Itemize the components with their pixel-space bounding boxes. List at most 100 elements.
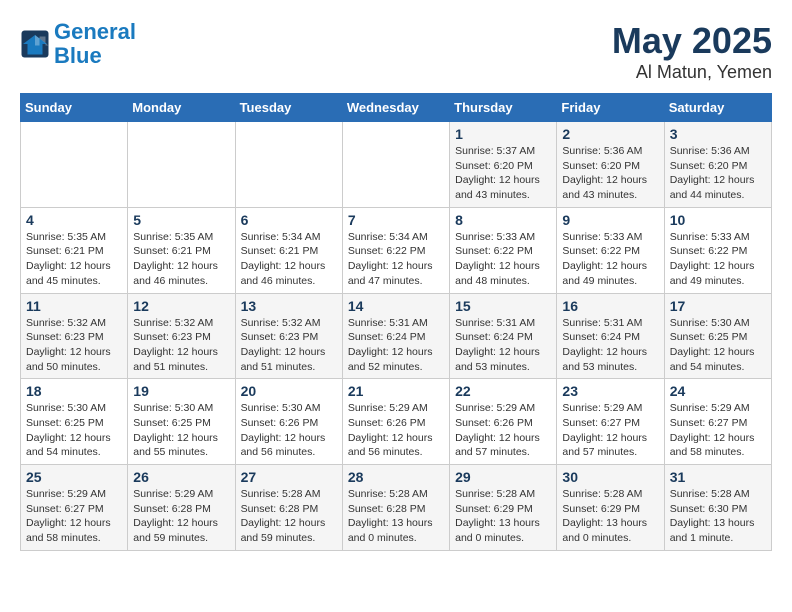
- day-info: Sunrise: 5:29 AM Sunset: 6:28 PM Dayligh…: [133, 487, 229, 546]
- calendar-cell: 18 Sunrise: 5:30 AM Sunset: 6:25 PM Dayli…: [21, 379, 128, 465]
- day-number: 24: [670, 383, 766, 399]
- calendar-week-row: 4Sunrise: 5:35 AM Sunset: 6:21 PM Daylig…: [21, 207, 772, 293]
- calendar-cell: 12 Sunrise: 5:32 AM Sunset: 6:23 PM Dayli…: [128, 293, 235, 379]
- calendar-cell: 17Sunrise: 5:30 AM Sunset: 6:25 PM Dayli…: [664, 293, 771, 379]
- day-info: Sunrise: 5:29 AM Sunset: 6:26 PM Dayligh…: [348, 401, 444, 460]
- day-info: Sunrise: 5:34 AM Sunset: 6:22 PM Dayligh…: [348, 230, 444, 289]
- calendar-cell: [128, 122, 235, 208]
- calendar-cell: 30 Sunrise: 5:28 AM Sunset: 6:29 PM Dayli…: [557, 465, 664, 551]
- day-info: Sunrise: 5:28 AM Sunset: 6:30 PM Dayligh…: [670, 487, 766, 546]
- calendar-cell: 10Sunrise: 5:33 AM Sunset: 6:22 PM Dayli…: [664, 207, 771, 293]
- day-number: 13: [241, 298, 337, 314]
- calendar-cell: 16Sunrise: 5:31 AM Sunset: 6:24 PM Dayli…: [557, 293, 664, 379]
- day-number: 8: [455, 212, 551, 228]
- calendar-cell: 15 Sunrise: 5:31 AM Sunset: 6:24 PM Dayli…: [450, 293, 557, 379]
- calendar-cell: 5 Sunrise: 5:35 AM Sunset: 6:21 PM Daylig…: [128, 207, 235, 293]
- title-block: May 2025 Al Matun, Yemen: [612, 20, 772, 83]
- day-number: 20: [241, 383, 337, 399]
- day-info: Sunrise: 5:28 AM Sunset: 6:28 PM Dayligh…: [348, 487, 444, 546]
- weekday-header: Thursday: [450, 94, 557, 122]
- day-number: 11: [26, 298, 122, 314]
- calendar-cell: 29 Sunrise: 5:28 AM Sunset: 6:29 PM Dayli…: [450, 465, 557, 551]
- logo: General Blue: [20, 20, 136, 68]
- calendar-cell: 23 Sunrise: 5:29 AM Sunset: 6:27 PM Dayli…: [557, 379, 664, 465]
- day-info: Sunrise: 5:31 AM Sunset: 6:24 PM Dayligh…: [562, 316, 658, 375]
- day-number: 30: [562, 469, 658, 485]
- calendar-week-row: 18 Sunrise: 5:30 AM Sunset: 6:25 PM Dayli…: [21, 379, 772, 465]
- day-number: 2: [562, 126, 658, 142]
- calendar-cell: 3Sunrise: 5:36 AM Sunset: 6:20 PM Daylig…: [664, 122, 771, 208]
- calendar-subtitle: Al Matun, Yemen: [612, 62, 772, 83]
- weekday-header: Sunday: [21, 94, 128, 122]
- day-info: Sunrise: 5:32 AM Sunset: 6:23 PM Dayligh…: [133, 316, 229, 375]
- day-info: Sunrise: 5:36 AM Sunset: 6:20 PM Dayligh…: [562, 144, 658, 203]
- calendar-table: SundayMondayTuesdayWednesdayThursdayFrid…: [20, 93, 772, 551]
- day-number: 3: [670, 126, 766, 142]
- calendar-week-row: 1 Sunrise: 5:37 AM Sunset: 6:20 PM Daylig…: [21, 122, 772, 208]
- day-info: Sunrise: 5:32 AM Sunset: 6:23 PM Dayligh…: [241, 316, 337, 375]
- calendar-cell: 22Sunrise: 5:29 AM Sunset: 6:26 PM Dayli…: [450, 379, 557, 465]
- day-info: Sunrise: 5:29 AM Sunset: 6:27 PM Dayligh…: [670, 401, 766, 460]
- calendar-cell: 4Sunrise: 5:35 AM Sunset: 6:21 PM Daylig…: [21, 207, 128, 293]
- day-info: Sunrise: 5:28 AM Sunset: 6:29 PM Dayligh…: [562, 487, 658, 546]
- day-number: 5: [133, 212, 229, 228]
- day-number: 29: [455, 469, 551, 485]
- day-info: Sunrise: 5:34 AM Sunset: 6:21 PM Dayligh…: [241, 230, 337, 289]
- calendar-cell: 8Sunrise: 5:33 AM Sunset: 6:22 PM Daylig…: [450, 207, 557, 293]
- day-number: 9: [562, 212, 658, 228]
- page-header: General Blue May 2025 Al Matun, Yemen: [20, 20, 772, 83]
- day-info: Sunrise: 5:30 AM Sunset: 6:25 PM Dayligh…: [26, 401, 122, 460]
- day-number: 22: [455, 383, 551, 399]
- day-number: 17: [670, 298, 766, 314]
- day-number: 15: [455, 298, 551, 314]
- day-number: 31: [670, 469, 766, 485]
- day-number: 27: [241, 469, 337, 485]
- calendar-cell: [342, 122, 449, 208]
- day-number: 1: [455, 126, 551, 142]
- day-info: Sunrise: 5:33 AM Sunset: 6:22 PM Dayligh…: [562, 230, 658, 289]
- day-info: Sunrise: 5:30 AM Sunset: 6:26 PM Dayligh…: [241, 401, 337, 460]
- calendar-cell: 24 Sunrise: 5:29 AM Sunset: 6:27 PM Dayli…: [664, 379, 771, 465]
- day-number: 28: [348, 469, 444, 485]
- day-info: Sunrise: 5:29 AM Sunset: 6:27 PM Dayligh…: [26, 487, 122, 546]
- day-number: 26: [133, 469, 229, 485]
- calendar-cell: 7 Sunrise: 5:34 AM Sunset: 6:22 PM Daylig…: [342, 207, 449, 293]
- day-number: 12: [133, 298, 229, 314]
- day-info: Sunrise: 5:31 AM Sunset: 6:24 PM Dayligh…: [348, 316, 444, 375]
- day-info: Sunrise: 5:28 AM Sunset: 6:28 PM Dayligh…: [241, 487, 337, 546]
- day-number: 7: [348, 212, 444, 228]
- day-number: 23: [562, 383, 658, 399]
- day-info: Sunrise: 5:37 AM Sunset: 6:20 PM Dayligh…: [455, 144, 551, 203]
- day-number: 18: [26, 383, 122, 399]
- day-info: Sunrise: 5:35 AM Sunset: 6:21 PM Dayligh…: [133, 230, 229, 289]
- day-number: 6: [241, 212, 337, 228]
- calendar-cell: 6 Sunrise: 5:34 AM Sunset: 6:21 PM Daylig…: [235, 207, 342, 293]
- calendar-cell: 27 Sunrise: 5:28 AM Sunset: 6:28 PM Dayli…: [235, 465, 342, 551]
- calendar-cell: 28 Sunrise: 5:28 AM Sunset: 6:28 PM Dayli…: [342, 465, 449, 551]
- day-info: Sunrise: 5:31 AM Sunset: 6:24 PM Dayligh…: [455, 316, 551, 375]
- day-number: 14: [348, 298, 444, 314]
- calendar-cell: 1 Sunrise: 5:37 AM Sunset: 6:20 PM Daylig…: [450, 122, 557, 208]
- day-number: 25: [26, 469, 122, 485]
- calendar-cell: 14 Sunrise: 5:31 AM Sunset: 6:24 PM Dayli…: [342, 293, 449, 379]
- calendar-cell: 20 Sunrise: 5:30 AM Sunset: 6:26 PM Dayli…: [235, 379, 342, 465]
- calendar-cell: [21, 122, 128, 208]
- day-info: Sunrise: 5:30 AM Sunset: 6:25 PM Dayligh…: [133, 401, 229, 460]
- calendar-title: May 2025: [612, 20, 772, 62]
- calendar-cell: 2 Sunrise: 5:36 AM Sunset: 6:20 PM Daylig…: [557, 122, 664, 208]
- weekday-header: Monday: [128, 94, 235, 122]
- logo-text: General Blue: [54, 20, 136, 68]
- calendar-cell: 13 Sunrise: 5:32 AM Sunset: 6:23 PM Dayli…: [235, 293, 342, 379]
- calendar-cell: 19 Sunrise: 5:30 AM Sunset: 6:25 PM Dayli…: [128, 379, 235, 465]
- day-info: Sunrise: 5:29 AM Sunset: 6:27 PM Dayligh…: [562, 401, 658, 460]
- calendar-cell: 25 Sunrise: 5:29 AM Sunset: 6:27 PM Dayli…: [21, 465, 128, 551]
- day-info: Sunrise: 5:35 AM Sunset: 6:21 PM Dayligh…: [26, 230, 122, 289]
- weekday-header: Wednesday: [342, 94, 449, 122]
- calendar-cell: 11 Sunrise: 5:32 AM Sunset: 6:23 PM Dayli…: [21, 293, 128, 379]
- calendar-week-row: 11 Sunrise: 5:32 AM Sunset: 6:23 PM Dayli…: [21, 293, 772, 379]
- day-info: Sunrise: 5:28 AM Sunset: 6:29 PM Dayligh…: [455, 487, 551, 546]
- day-number: 19: [133, 383, 229, 399]
- calendar-cell: 21Sunrise: 5:29 AM Sunset: 6:26 PM Dayli…: [342, 379, 449, 465]
- weekday-header: Tuesday: [235, 94, 342, 122]
- day-info: Sunrise: 5:32 AM Sunset: 6:23 PM Dayligh…: [26, 316, 122, 375]
